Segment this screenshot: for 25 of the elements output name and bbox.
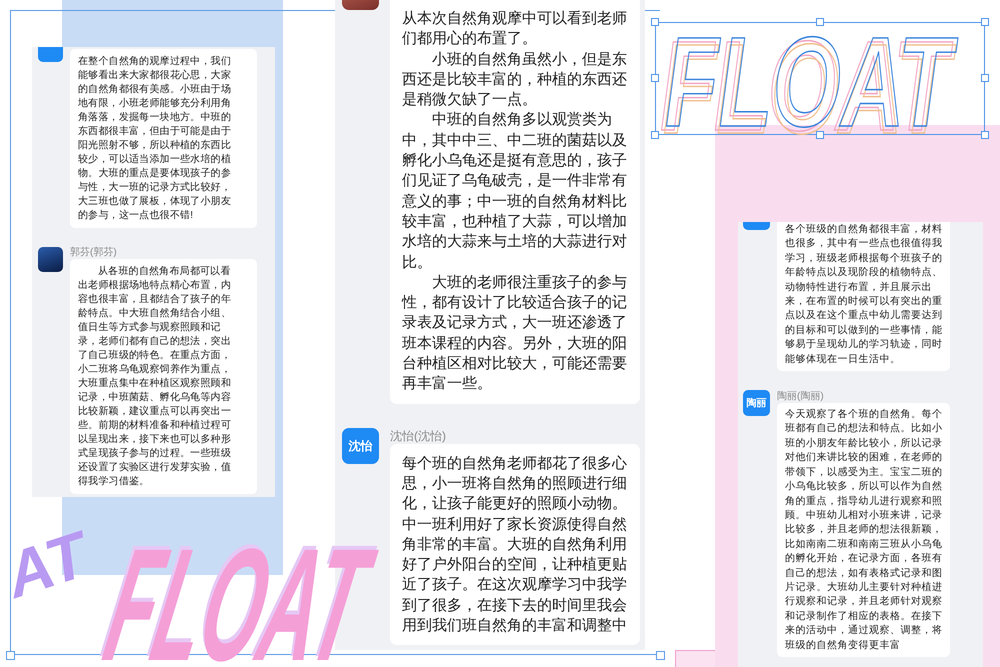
resize-handle <box>651 74 659 82</box>
large-title: FLOAT <box>99 546 380 664</box>
message-text: 中班的自然角多以观赏类为中，其中中三、中二班的菌菇以及孵化小乌龟还是挺有意思的，孩子们见证了乌龟破壳，是一件非常有意义的事；中一班的自然角材料比较丰富，也种植了大蒜，可以增加水培的大蒜来与土培的大蒜进行对比。 <box>402 110 628 273</box>
sender-name: 沈怡(沈怡) <box>390 428 447 444</box>
message-text: 从各班的自然角布局都可以看出老师根据场地特点精心布置，内容也很丰富，且都结合了孩子的年龄特点。中大班自然角结合小组、值日生等方式参与观察照顾和记录，老师们都有自己的想法，突出了自己班级的特色。在重点方面，小二班将乌龟观察饲养作为重点，大班重点集中在种植区观察照顾和记录，中班菌菇、孵化乌龟等内容比较新颖，建议重点可以再突出一些。前期的材料准备和种植过程可以呈现出来，接下来也可以多种形式呈现孩子参与的过程。一些班级还设置了实验区进行发芽实验，值得我学习借鉴。 <box>78 265 232 489</box>
resize-handle <box>816 18 824 26</box>
tilted-title: AT <box>0 530 92 600</box>
resize-handle <box>981 74 989 82</box>
avatar: 陶丽 <box>743 390 770 416</box>
avatar-photo <box>38 247 63 272</box>
message-text: 今天观察了各个班的自然角。每个班都有自己的想法和特点。比如小班的小朋友年龄比较小，所以记录对他们来讲比较的困难，在老师的带领下，以感受为主。宝宝二班的小乌龟比较多，所以可以作为自然角的重点，指导幼儿进行观察和照顾。中班幼儿相对小班来讲，记录比较多，并且老师的想法很新颖，比如南南二班和南南三班从小乌龟的孵化开始，在记录方面，各班有自己的想法，如有表格式记录和图片记录。大班幼儿主要针对种植进行观察和记录，并且老师针对观察和记录制作了相应的表格。在接下来的活动中，通过观察、调整，将班级的自然角变得更丰富 <box>785 408 943 653</box>
resize-handle <box>981 131 989 139</box>
sender-name: 陶丽(陶丽) <box>777 390 825 404</box>
resize-handle <box>651 18 659 26</box>
resize-handle <box>816 131 824 139</box>
resize-handle <box>981 18 989 26</box>
message-text: 小班的自然角虽然小，但是东西还是比较丰富的，种植的东西还是稍微欠缺了一点。 <box>402 50 628 110</box>
message-text: 在整个自然角的观摩过程中，我们能够看出来大家都很花心思，大家的自然角都很有美感。小班由于场地有限，小班老师能够充分利用角角落落，发掘每一块地方。中班的东西都很丰富，但由于可能是由于阳光照射不够，所以种植的东西比较少，可以适当添加一些水培的植物。大班的重点是要体现孩子的参与性，大一班的记录方式比较好，大三班也做了展板，体现了小朋友的参与，这一点也很不错! <box>78 55 232 223</box>
message-text: 各个班级的自然角都很丰富，材料也很多，其中有一些点也很值得我学习，班级老师根据每个班孩子的年龄特点以及现阶段的植物特点、动物特性进行布置，并且展示出来，在布置的时候可以有突出的重点以及在这个重点中幼儿需要达到的目标和可以做到的一些事情，能够易于呈现幼儿的学习轨迹，同时能够体现在一日生活中。 <box>785 223 943 367</box>
avatar: 沈怡 <box>342 428 379 464</box>
message-text: 从本次自然角观摩中可以看到老师们都用心的布置了。 <box>402 9 628 50</box>
sender-name: 郭芬(郭芬) <box>70 247 118 259</box>
resize-handle <box>651 131 659 139</box>
message-text: 每个班的自然角老师都花了很多心思，小一班将自然角的照顾进行细化，让孩子能更好的照顾小动物。中一班利用好了家长资源使得自然角非常的丰富。大班的自然角利用好了户外阳台的空间，让种植更贴近了孩子。在这次观摩学习中我学到了很多，在接下去的时间里我会用到我们班自然角的丰富和调整中 <box>402 454 628 636</box>
message-text: 大班的老师很注重孩子的参与性，都有设计了比较适合孩子的记录表及记录方式，大一班还渗透了班本课程的内容。另外，大班的阳台种植区相对比较大，可能还需要再丰富一些。 <box>402 272 628 394</box>
